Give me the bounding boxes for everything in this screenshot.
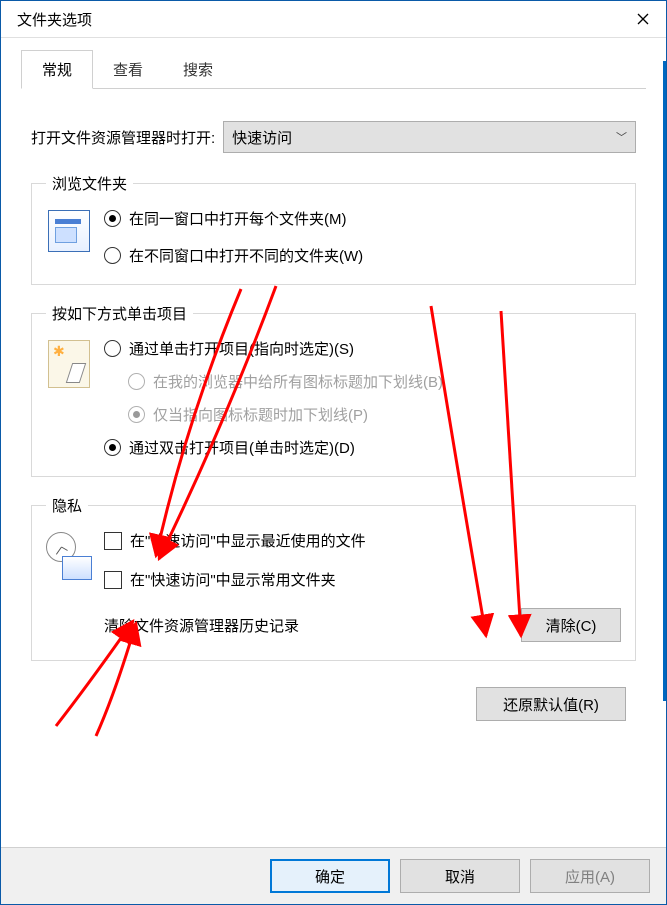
open-explorer-selected: 快速访问 (232, 127, 292, 148)
open-explorer-label: 打开文件资源管理器时打开: (31, 127, 215, 148)
radio-single-click[interactable]: 通过单击打开项目(指向时选定)(S) (104, 338, 621, 359)
window-edge-accent (663, 61, 666, 701)
close-icon (637, 13, 649, 25)
radio-icon (128, 373, 145, 390)
checkbox-icon (104, 571, 122, 589)
radio-icon (104, 439, 121, 456)
radio-underline-point: 仅当指向图标标题时加下划线(P) (104, 404, 621, 425)
radio-own-window[interactable]: 在不同窗口中打开不同的文件夹(W) (104, 245, 621, 266)
group-click-legend: 按如下方式单击项目 (46, 303, 193, 324)
checkbox-frequent-folders[interactable]: 在"快速访问"中显示常用文件夹 (104, 569, 621, 590)
radio-own-window-label: 在不同窗口中打开不同的文件夹(W) (129, 245, 363, 266)
group-browse-legend: 浏览文件夹 (46, 173, 133, 194)
radio-double-click-label: 通过双击打开项目(单击时选定)(D) (129, 437, 355, 458)
radio-underline-point-label: 仅当指向图标标题时加下划线(P) (153, 404, 368, 425)
open-explorer-combo[interactable]: 快速访问 ﹀ (223, 121, 636, 153)
radio-double-click[interactable]: 通过双击打开项目(单击时选定)(D) (104, 437, 621, 458)
picture-icon (62, 556, 92, 580)
window-title: 文件夹选项 (17, 9, 620, 30)
group-privacy: 隐私 在"快速访问"中显示最近使用的文件 (31, 495, 636, 661)
radio-underline-all: 在我的浏览器中给所有图标标题加下划线(B) (104, 371, 621, 392)
radio-icon (104, 210, 121, 227)
chevron-down-icon: ﹀ (616, 129, 627, 145)
tab-general[interactable]: 常规 (21, 50, 93, 89)
click-cursor-icon (48, 340, 90, 388)
restore-defaults-button[interactable]: 还原默认值(R) (476, 687, 626, 721)
radio-icon (104, 247, 121, 264)
radio-same-window-label: 在同一窗口中打开每个文件夹(M) (129, 208, 347, 229)
close-button[interactable] (620, 1, 666, 37)
checkbox-frequent-folders-label: 在"快速访问"中显示常用文件夹 (130, 569, 336, 590)
radio-same-window[interactable]: 在同一窗口中打开每个文件夹(M) (104, 208, 621, 229)
group-browse-folders: 浏览文件夹 在同一窗口中打开每个文件夹(M) 在不同窗口中打开不同的文件夹(W) (31, 173, 636, 285)
group-click-items: 按如下方式单击项目 通过单击打开项目(指向时选定)(S) 在我的浏览器中给所有图… (31, 303, 636, 477)
tab-bar: 常规 查看 搜索 (21, 52, 646, 89)
titlebar: 文件夹选项 (1, 1, 666, 38)
clear-button[interactable]: 清除(C) (521, 608, 621, 642)
radio-underline-all-label: 在我的浏览器中给所有图标标题加下划线(B) (153, 371, 443, 392)
group-privacy-legend: 隐私 (46, 495, 88, 516)
apply-button[interactable]: 应用(A) (530, 859, 650, 893)
folder-window-icon (48, 210, 90, 252)
radio-single-click-label: 通过单击打开项目(指向时选定)(S) (129, 338, 354, 359)
checkbox-recent-files-label: 在"快速访问"中显示最近使用的文件 (130, 530, 366, 551)
dialog-footer: 确定 取消 应用(A) (1, 847, 666, 904)
checkbox-icon (104, 532, 122, 550)
tab-view[interactable]: 查看 (93, 51, 163, 88)
checkbox-recent-files[interactable]: 在"快速访问"中显示最近使用的文件 (104, 530, 621, 551)
clear-history-label: 清除文件资源管理器历史记录 (104, 615, 511, 636)
radio-icon (128, 406, 145, 423)
cancel-button[interactable]: 取消 (400, 859, 520, 893)
ok-button[interactable]: 确定 (270, 859, 390, 893)
radio-icon (104, 340, 121, 357)
privacy-icon (46, 532, 92, 580)
tab-search[interactable]: 搜索 (163, 51, 233, 88)
